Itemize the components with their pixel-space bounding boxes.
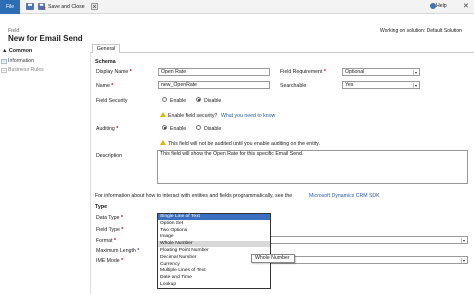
type-section-title: Type [95, 204, 108, 210]
tooltip: Whole Number [251, 254, 295, 263]
sdk-link[interactable]: Microsoft Dynamics CRM SDK [309, 193, 380, 199]
help-button[interactable]: Help [436, 3, 447, 9]
file-button[interactable]: File [0, 0, 20, 14]
auditing-label: Auditing * [96, 126, 119, 132]
name-input[interactable]: new_OpenRate [158, 81, 270, 89]
option-date-and-time[interactable]: Date and Time [158, 275, 270, 281]
auditing-disable-label: Disable [204, 126, 222, 132]
schema-section-title: Schema [95, 59, 116, 65]
field-security-disable-label: Disable [204, 98, 222, 104]
auditing-enable-radio[interactable] [162, 125, 167, 130]
what-you-need-link[interactable]: What you need to know [221, 113, 275, 119]
display-name-input[interactable]: Open Rate [158, 68, 270, 76]
display-name-label: Display Name * [96, 69, 132, 75]
option-option-set[interactable]: Option Set [158, 221, 270, 227]
solution-text: Working on solution: Default Solution [380, 28, 462, 34]
chevron-down-icon [461, 258, 466, 263]
option-multiple-lines-of-text[interactable]: Multiple Lines of Text [158, 268, 270, 274]
option-single-line-of-text[interactable]: Single Line of Text [158, 214, 270, 220]
max-length-label: Maximum Length * [96, 248, 140, 254]
field-type-label: Field Type * [96, 227, 124, 233]
field-security-enable-label: Enable [170, 98, 187, 104]
data-type-dropdown-list[interactable]: Single Line of Text Option Set Two Optio… [157, 213, 271, 289]
chevron-down-icon [413, 70, 418, 75]
field-security-disable-radio[interactable] [196, 97, 201, 102]
name-label: Name * [96, 83, 114, 89]
data-type-label: Data Type * [96, 215, 124, 221]
field-requirement-select[interactable]: Optional [342, 68, 420, 76]
actions-icon[interactable] [91, 3, 99, 10]
chevron-down-icon [413, 83, 418, 88]
searchable-select[interactable]: Yes [342, 81, 420, 89]
audit-warning-text: This field will not be audited until you… [168, 141, 320, 147]
nav-item-information[interactable]: Information [8, 58, 34, 64]
option-two-options[interactable]: Two Options [158, 228, 270, 234]
option-floating-point-number[interactable]: Floating Point Number [158, 248, 270, 254]
nav-section-common[interactable]: ▲ Common [2, 48, 32, 54]
left-nav [0, 46, 86, 294]
close-icon[interactable]: ✕ [463, 2, 469, 10]
save-and-close-button[interactable]: Save and Close [48, 4, 85, 10]
save-icon[interactable] [26, 3, 34, 10]
nav-section-label: Common [8, 48, 33, 54]
ime-mode-label: IME Mode * [96, 258, 124, 264]
chevron-down-icon [461, 238, 466, 243]
option-whole-number[interactable]: Whole Number [158, 241, 270, 247]
searchable-value: Yes [345, 82, 354, 88]
warning-icon [160, 140, 166, 145]
searchable-label: Searchable [280, 83, 307, 89]
field-security-enable-radio[interactable] [162, 97, 167, 102]
tab-general[interactable]: General [92, 44, 120, 53]
auditing-enable-label: Enable [170, 126, 187, 132]
save-and-close-icon[interactable] [38, 3, 46, 10]
rules-icon [1, 68, 7, 73]
auditing-disable-radio[interactable] [196, 125, 201, 130]
option-lookup[interactable]: Lookup [158, 282, 270, 288]
info-page-icon [1, 59, 7, 64]
enable-security-text: Enable field security? [168, 113, 218, 119]
page-title: New for Email Send [8, 34, 83, 43]
field-security-label: Field Security [96, 98, 128, 104]
description-label: Description [96, 153, 122, 159]
option-image[interactable]: Image [158, 234, 270, 240]
sdk-info-text: For information about how to interact wi… [95, 193, 293, 199]
field-requirement-label: Field Requirement * [280, 69, 326, 75]
warning-icon [160, 112, 166, 117]
field-requirement-value: Optional [345, 69, 365, 75]
format-label: Format * [96, 238, 116, 244]
description-textarea[interactable]: This field will show the Open Rate for t… [157, 150, 468, 184]
nav-item-business-rules[interactable]: Business Rules [8, 67, 44, 73]
